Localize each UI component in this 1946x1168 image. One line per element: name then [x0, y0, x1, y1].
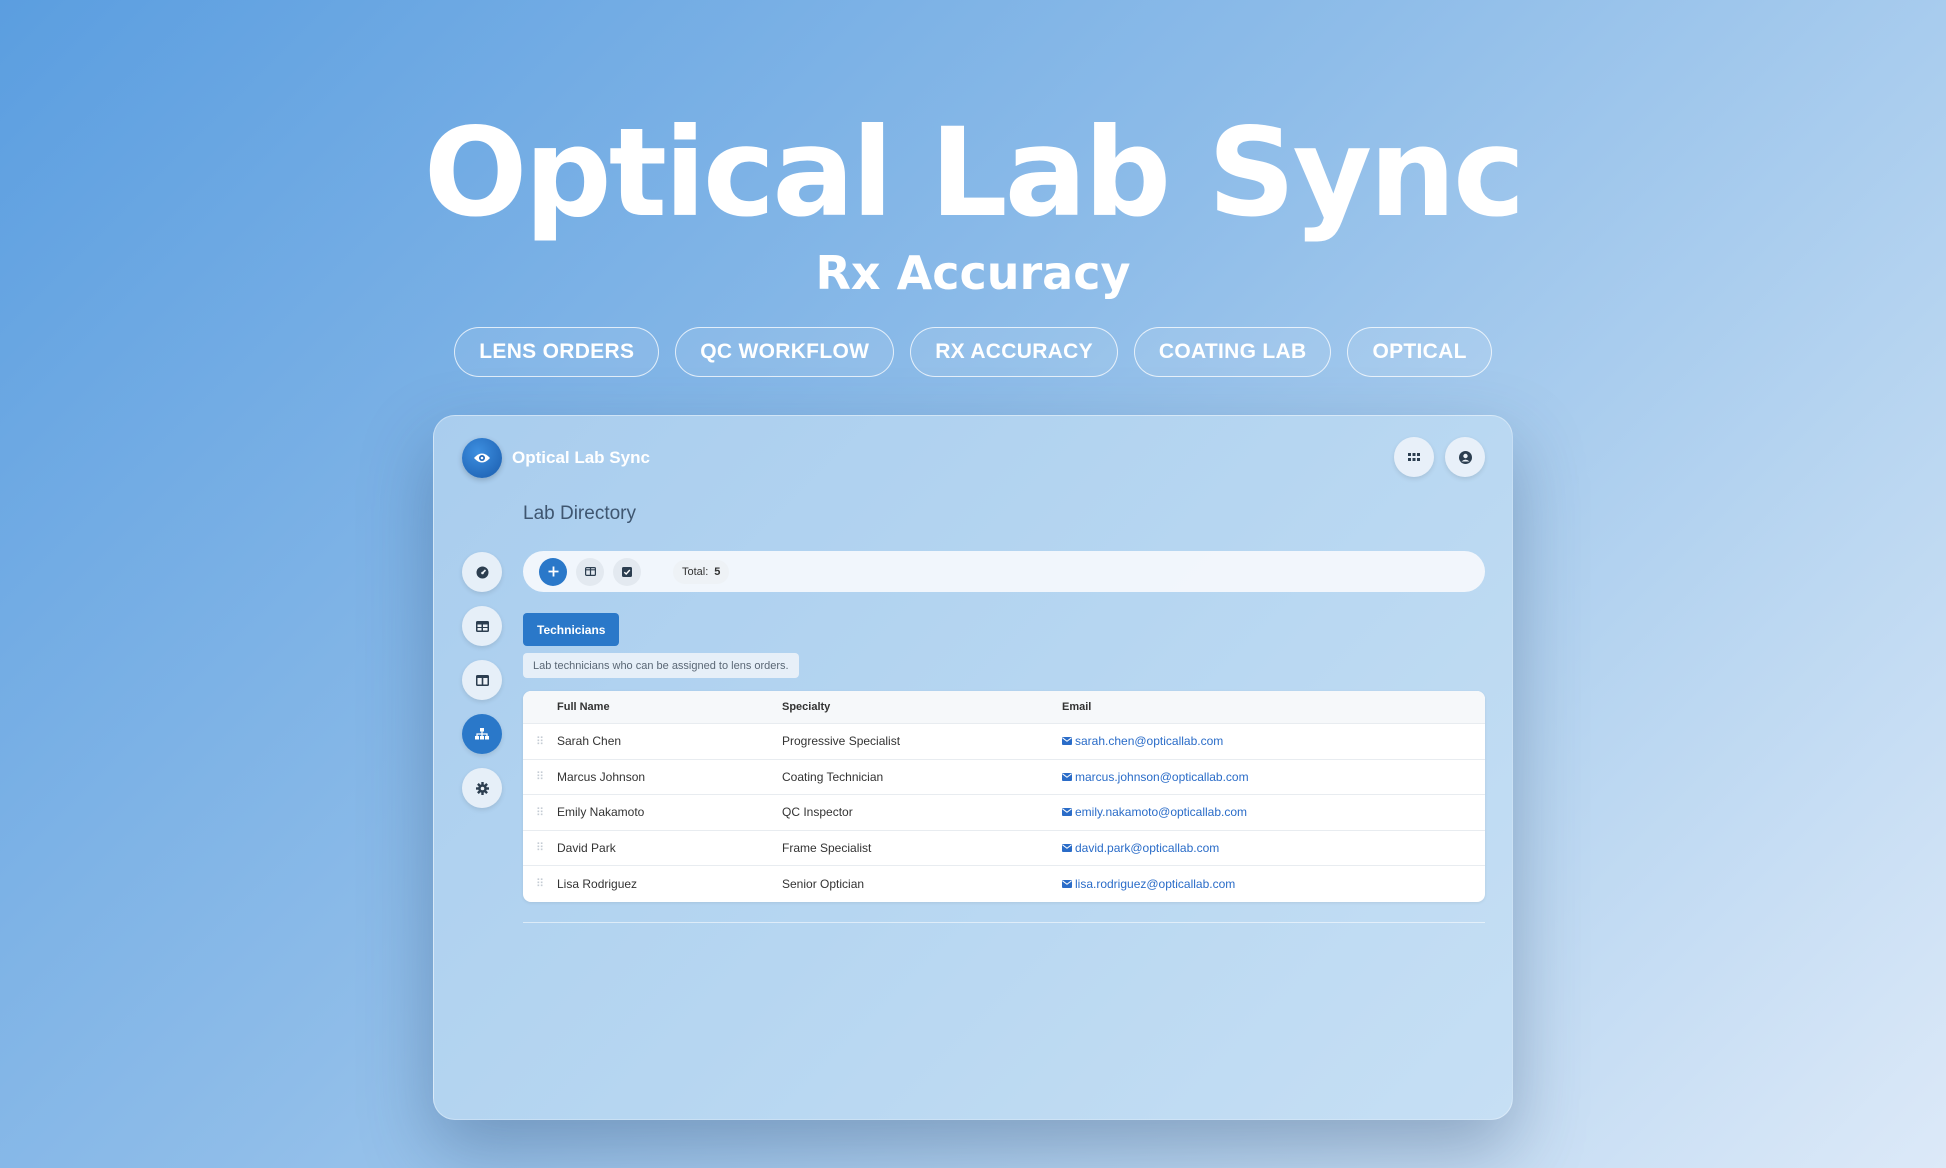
select-button[interactable]: [613, 557, 641, 586]
cell-name: David Park: [557, 840, 616, 855]
columns-icon: [475, 674, 489, 686]
table-row[interactable]: ⠿ Lisa Rodriguez Senior Optician lisa.ro…: [523, 866, 1485, 902]
sidebar-item-dashboard[interactable]: [462, 552, 502, 592]
hero-subtitle: Rx Accuracy: [815, 246, 1131, 300]
apps-button[interactable]: [1394, 437, 1434, 477]
sidebar-item-hierarchy[interactable]: [462, 714, 502, 754]
email-link[interactable]: marcus.johnson@opticallab.com: [1075, 770, 1249, 784]
add-button[interactable]: [539, 557, 567, 586]
divider: [523, 922, 1485, 923]
cell-specialty: Frame Specialist: [782, 840, 872, 855]
plus-icon: [548, 566, 559, 577]
table-row[interactable]: ⠿ Emily Nakamoto QC Inspector emily.naka…: [523, 795, 1485, 831]
drag-handle-icon[interactable]: ⠿: [523, 735, 557, 748]
tag-rx-accuracy: RX ACCURACY: [910, 327, 1118, 377]
total-label: Total:: [682, 565, 709, 578]
tag-lens-orders: LENS ORDERS: [454, 327, 660, 377]
cell-specialty: QC Inspector: [782, 805, 853, 820]
table-header: Full Name Specialty Email: [523, 691, 1485, 724]
sidebar-item-table[interactable]: [462, 606, 502, 646]
cell-email[interactable]: marcus.johnson@opticallab.com: [1062, 770, 1485, 784]
cell-specialty: Coating Technician: [782, 769, 884, 784]
email-link[interactable]: sarah.chen@opticallab.com: [1075, 734, 1223, 748]
app-window: Optical Lab Sync Lab Directory Total: 5 …: [433, 415, 1513, 1120]
table-icon: [475, 620, 489, 632]
columns-icon: [584, 567, 596, 576]
column-header-specialty[interactable]: Specialty: [782, 701, 1062, 713]
envelope-icon: [1062, 843, 1072, 852]
email-link[interactable]: david.park@opticallab.com: [1075, 841, 1219, 855]
sidebar-item-columns[interactable]: [462, 660, 502, 700]
cell-specialty: Progressive Specialist: [782, 734, 901, 749]
hero-tags: LENS ORDERS QC WORKFLOW RX ACCURACY COAT…: [0, 327, 1946, 377]
email-link[interactable]: lisa.rodriguez@opticallab.com: [1075, 877, 1235, 891]
dashboard-icon: [476, 566, 489, 579]
tag-optical: OPTICAL: [1347, 327, 1492, 377]
cell-email[interactable]: david.park@opticallab.com: [1062, 841, 1485, 855]
envelope-icon: [1062, 879, 1072, 888]
gear-icon: [475, 781, 489, 795]
sidebar-item-settings[interactable]: [462, 768, 502, 808]
envelope-icon: [1062, 808, 1072, 817]
apps-grid-icon: [1408, 453, 1420, 461]
cell-name: Emily Nakamoto: [557, 805, 645, 820]
checkbox-icon: [622, 566, 632, 577]
cell-email[interactable]: emily.nakamoto@opticallab.com: [1062, 805, 1485, 819]
columns-button[interactable]: [576, 557, 604, 586]
column-header-email[interactable]: Email: [1062, 701, 1485, 713]
envelope-icon: [1062, 772, 1072, 781]
tag-coating-lab: COATING LAB: [1133, 327, 1332, 377]
page-title: Lab Directory: [523, 503, 636, 524]
eye-icon: [473, 452, 491, 464]
drag-handle-icon[interactable]: ⠿: [523, 877, 557, 890]
table-description: Lab technicians who can be assigned to l…: [523, 653, 799, 678]
total-badge: Total: 5: [673, 559, 730, 584]
drag-handle-icon[interactable]: ⠿: [523, 770, 557, 783]
cell-email[interactable]: lisa.rodriguez@opticallab.com: [1062, 877, 1485, 891]
user-button[interactable]: [1445, 437, 1485, 477]
cell-specialty: Senior Optician: [782, 876, 865, 891]
hierarchy-icon: [475, 728, 489, 740]
cell-name: Sarah Chen: [557, 734, 622, 749]
user-circle-icon: [1458, 450, 1472, 464]
table-row[interactable]: ⠿ Sarah Chen Progressive Specialist sara…: [523, 724, 1485, 760]
tag-qc-workflow: QC WORKFLOW: [675, 327, 895, 377]
drag-handle-icon[interactable]: ⠿: [523, 841, 557, 854]
drag-handle-icon[interactable]: ⠿: [523, 806, 557, 819]
table-row[interactable]: ⠿ Marcus Johnson Coating Technician marc…: [523, 760, 1485, 795]
cell-name: Lisa Rodriguez: [557, 876, 638, 891]
technicians-table: Full Name Specialty Email ⠿ Sarah Chen P…: [523, 691, 1485, 902]
cell-email[interactable]: sarah.chen@opticallab.com: [1062, 734, 1485, 748]
total-value: 5: [714, 565, 721, 578]
email-link[interactable]: emily.nakamoto@opticallab.com: [1075, 805, 1247, 819]
cell-name: Marcus Johnson: [557, 769, 646, 784]
app-name: Optical Lab Sync: [512, 448, 650, 467]
hero-title: Optical Lab Sync: [423, 102, 1526, 244]
app-logo[interactable]: [462, 438, 502, 478]
tab-technicians[interactable]: Technicians: [523, 613, 620, 646]
table-row[interactable]: ⠿ David Park Frame Specialist david.park…: [523, 831, 1485, 866]
toolbar: Total: 5: [523, 551, 1485, 592]
envelope-icon: [1062, 737, 1072, 746]
column-header-full-name[interactable]: Full Name: [557, 701, 782, 713]
